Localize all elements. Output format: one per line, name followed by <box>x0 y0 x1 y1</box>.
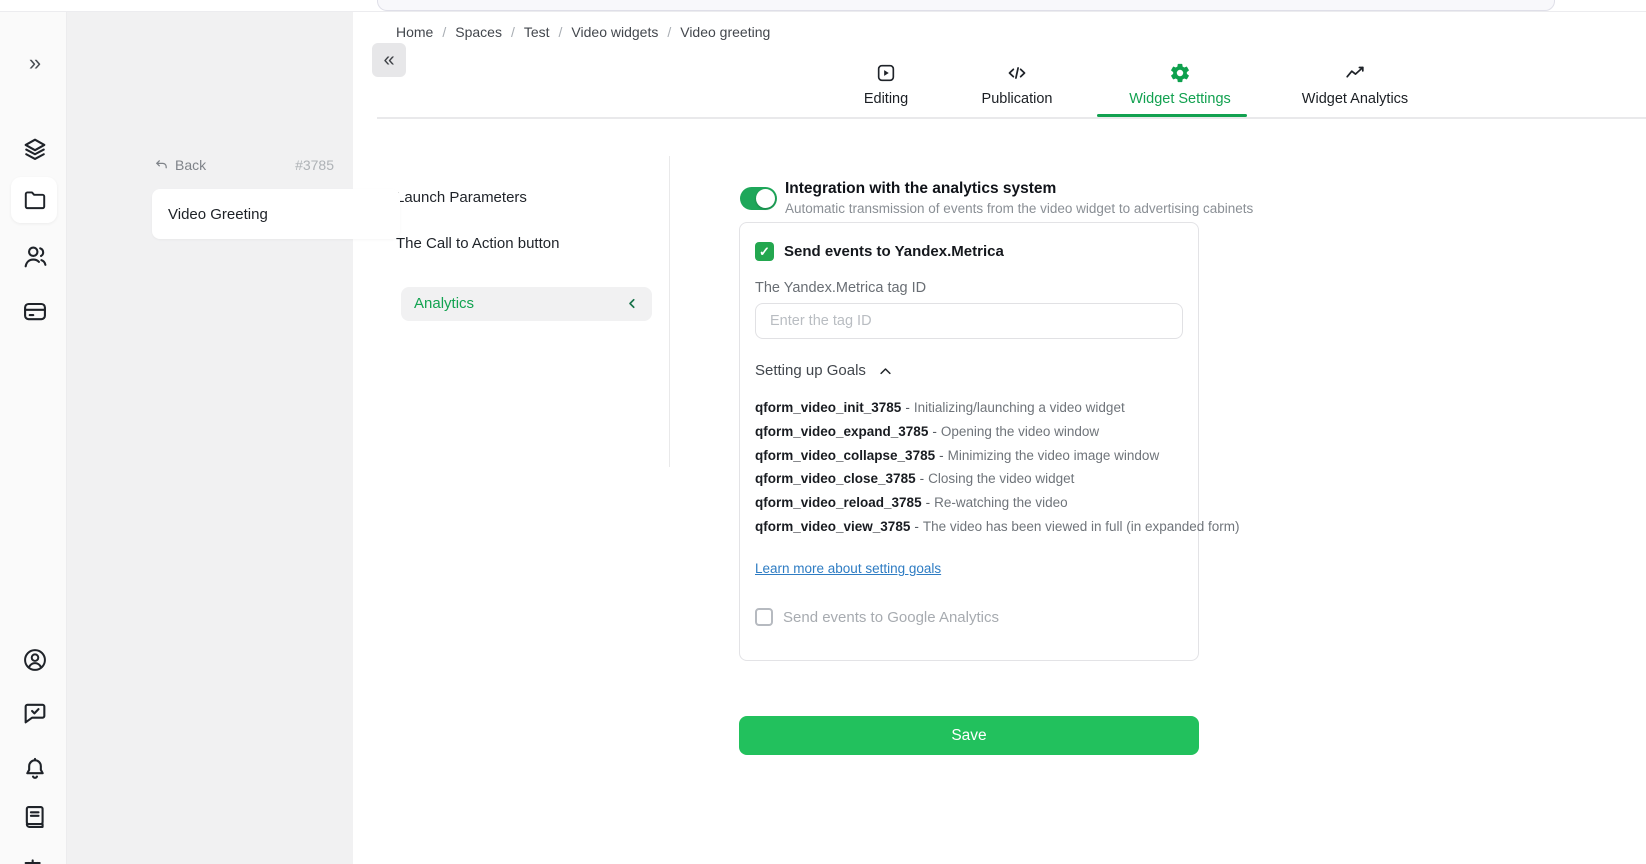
subnav-label: Analytics <box>414 295 474 312</box>
breadcrumb-separator: / <box>511 24 515 40</box>
toggle-title: Integration with the analytics system <box>785 180 1056 198</box>
language-translate-icon[interactable] <box>21 856 49 864</box>
goal-row: qform_video_collapse_3785-Minimizing the… <box>755 448 1159 463</box>
tab-widget-analytics[interactable]: Widget Analytics <box>1292 62 1418 107</box>
back-arrow-icon <box>154 158 169 173</box>
goal-key: qform_video_collapse_3785 <box>755 448 935 463</box>
tab-label: Editing <box>864 91 908 107</box>
breadcrumb: Home / Spaces / Test / Video widgets / V… <box>396 24 770 40</box>
yandex-metrica-checkbox[interactable]: ✓ <box>755 242 774 261</box>
layers-icon[interactable] <box>21 135 49 163</box>
breadcrumb-separator: / <box>559 24 563 40</box>
tag-id-input[interactable] <box>755 303 1183 339</box>
goal-description: Closing the video widget <box>928 471 1074 486</box>
browser-chrome-strip <box>0 0 1646 12</box>
chat-check-icon[interactable] <box>21 699 49 727</box>
learn-more-goals-link[interactable]: Learn more about setting goals <box>755 561 941 576</box>
goals-section-header[interactable]: Setting up Goals <box>755 362 893 379</box>
goal-row: qform_video_init_3785-Initializing/launc… <box>755 400 1125 415</box>
widget-list-item[interactable]: Video Greeting <box>152 189 400 239</box>
goal-description: Initializing/launching a video widget <box>914 400 1125 415</box>
analytics-integration-toggle[interactable] <box>740 187 777 210</box>
billing-card-icon[interactable] <box>21 297 49 325</box>
browser-address-bar[interactable] <box>377 0 1555 11</box>
google-analytics-checkbox[interactable] <box>755 608 773 626</box>
goal-key: qform_video_init_3785 <box>755 400 901 415</box>
goal-description: Opening the video window <box>941 424 1099 439</box>
active-tab-underline <box>1097 114 1247 117</box>
icon-rail: » <box>0 11 67 864</box>
goal-separator: - <box>926 495 931 510</box>
goal-row: qform_video_reload_3785-Re-watching the … <box>755 495 1068 510</box>
yandex-checkbox-label: Send events to Yandex.Metrica <box>784 243 1004 260</box>
goal-description: Re-watching the video <box>934 495 1068 510</box>
docs-book-icon[interactable] <box>21 803 49 831</box>
back-button[interactable]: Back <box>154 156 400 174</box>
widget-id-badge: #3785 <box>295 156 334 174</box>
breadcrumb-video-greeting[interactable]: Video greeting <box>680 24 770 40</box>
tag-id-label: The Yandex.Metrica tag ID <box>755 280 926 296</box>
save-button[interactable]: Save <box>739 716 1199 755</box>
video-play-icon <box>875 62 897 84</box>
tab-widget-settings[interactable]: Widget Settings <box>1116 62 1244 107</box>
notifications-bell-icon[interactable] <box>21 755 49 783</box>
goal-key: qform_video_expand_3785 <box>755 424 928 439</box>
expand-sidebar-icon[interactable]: » <box>21 49 49 77</box>
app-window: » <box>0 0 1646 864</box>
users-icon[interactable] <box>21 243 49 271</box>
google-checkbox-label: Send events to Google Analytics <box>783 609 999 626</box>
tab-bar-divider <box>377 117 1646 119</box>
goal-row: qform_video_view_3785-The video has been… <box>755 519 1240 534</box>
toggle-description: Automatic transmission of events from th… <box>785 201 1253 216</box>
tab-publication[interactable]: Publication <box>971 62 1063 107</box>
goal-separator: - <box>939 448 944 463</box>
widget-name-label: Video Greeting <box>168 206 268 223</box>
checkmark-icon: ✓ <box>759 244 770 260</box>
goal-row: qform_video_expand_3785-Opening the vide… <box>755 424 1099 439</box>
tab-editing[interactable]: Editing <box>858 62 914 107</box>
breadcrumb-test[interactable]: Test <box>524 24 550 40</box>
goal-description: The video has been viewed in full (in ex… <box>923 519 1240 534</box>
breadcrumb-separator: / <box>442 24 446 40</box>
goals-title-label: Setting up Goals <box>755 362 866 379</box>
subnav-item-launch-parameters[interactable]: Launch Parameters <box>396 189 527 206</box>
tab-label: Widget Settings <box>1129 91 1231 107</box>
back-label: Back <box>175 157 206 173</box>
breadcrumb-separator: / <box>667 24 671 40</box>
folder-icon[interactable] <box>21 186 49 214</box>
settings-gear-icon <box>1169 62 1191 84</box>
breadcrumb-video-widgets[interactable]: Video widgets <box>571 24 658 40</box>
tab-label: Publication <box>982 91 1053 107</box>
subnav-divider <box>669 156 670 467</box>
analytics-trend-icon <box>1344 62 1366 84</box>
toggle-knob <box>756 189 775 208</box>
goal-description: Minimizing the video image window <box>948 448 1160 463</box>
subnav-item-call-to-action[interactable]: The Call to Action button <box>396 235 559 252</box>
chevron-up-icon <box>878 364 893 379</box>
goal-key: qform_video_close_3785 <box>755 471 916 486</box>
goal-key: qform_video_reload_3785 <box>755 495 922 510</box>
goal-separator: - <box>920 471 925 486</box>
account-user-icon[interactable] <box>21 646 49 674</box>
chevron-left-icon <box>625 296 640 311</box>
breadcrumb-spaces[interactable]: Spaces <box>455 24 502 40</box>
project-panel: « Back #3785 Video Greeting <box>66 11 353 864</box>
tab-label: Widget Analytics <box>1302 91 1408 107</box>
goal-separator: - <box>914 519 919 534</box>
breadcrumb-home[interactable]: Home <box>396 24 433 40</box>
goal-key: qform_video_view_3785 <box>755 519 910 534</box>
subnav-item-analytics-active[interactable]: Analytics <box>401 287 652 321</box>
goal-separator: - <box>905 400 910 415</box>
collapse-panel-button[interactable]: « <box>372 43 406 77</box>
code-icon <box>1006 62 1028 84</box>
goal-separator: - <box>932 424 937 439</box>
goal-row: qform_video_close_3785-Closing the video… <box>755 471 1074 486</box>
